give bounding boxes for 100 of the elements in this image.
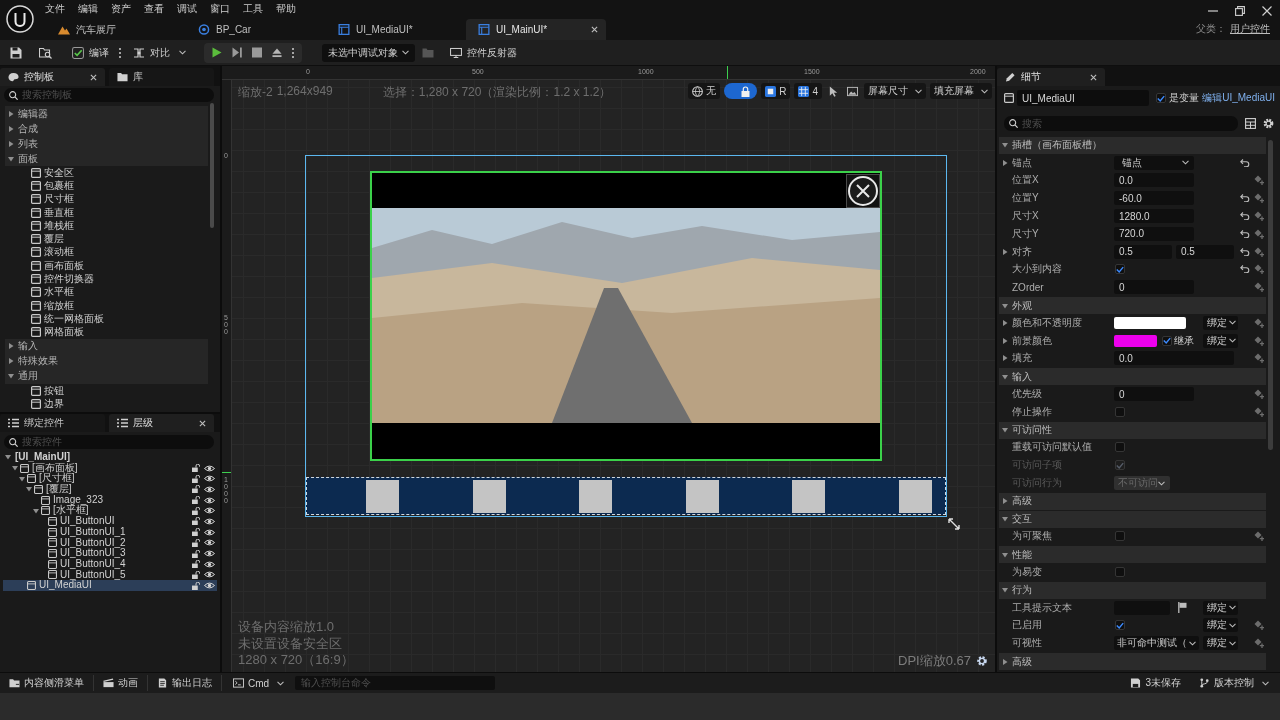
document-tab[interactable]: UI_MainUI* — [466, 19, 606, 40]
color-swatch[interactable] — [1114, 316, 1186, 329]
expander-arrow-icon[interactable] — [26, 486, 32, 493]
expander-arrow-icon[interactable] — [5, 454, 11, 461]
palette-item[interactable]: 尺寸框 — [0, 192, 220, 206]
palette-item[interactable]: 按钮 — [0, 383, 220, 398]
hierarchy-item[interactable]: [画布面板] — [3, 462, 217, 474]
palette-item[interactable]: 统一网格面板 — [0, 312, 220, 326]
panel-tab[interactable]: 控制板 — [0, 68, 105, 86]
section-header[interactable]: 行为 — [999, 580, 1266, 599]
hierarchy-item[interactable]: UI_MediaUI — [3, 580, 217, 591]
palette-item[interactable]: 画布面板 — [0, 259, 220, 273]
section-header[interactable]: 高级 — [999, 491, 1266, 510]
table-icon[interactable] — [1245, 118, 1256, 129]
media-widget[interactable] — [370, 171, 882, 461]
diamond-plus-icon[interactable] — [1254, 228, 1264, 239]
section-header[interactable]: 插槽（画布面板槽） — [999, 136, 1266, 154]
menu-item[interactable]: 查看 — [144, 1, 164, 16]
category-header[interactable]: 列表 — [5, 136, 208, 151]
checkbox[interactable] — [1115, 406, 1125, 417]
hierarchy-item[interactable]: [尺寸框] — [3, 473, 217, 485]
color-swatch[interactable] — [1114, 334, 1157, 347]
eye-icon[interactable] — [204, 560, 215, 568]
number-field[interactable]: 0.5 — [1114, 244, 1172, 259]
palette-item[interactable]: 垂直框 — [0, 205, 220, 220]
open-padlock-icon[interactable] — [192, 464, 200, 473]
settings-icon[interactable] — [976, 655, 988, 667]
restore-icon[interactable] — [1235, 6, 1245, 16]
expander-arrow-icon[interactable] — [19, 475, 25, 482]
menu-item[interactable]: 帮助 — [276, 1, 296, 16]
diamond-plus-icon[interactable] — [1254, 193, 1264, 204]
expander-arrow-icon[interactable] — [1002, 373, 1008, 380]
hierarchy-item[interactable]: UI_ButtonUI_2 — [3, 537, 217, 549]
expander-arrow-icon[interactable] — [1002, 516, 1008, 523]
eye-icon[interactable] — [204, 528, 215, 536]
palette-item[interactable]: 水平框 — [0, 285, 220, 299]
checkbox[interactable] — [1115, 531, 1125, 542]
menu-item[interactable]: 资产 — [111, 1, 131, 16]
expander-arrow-icon[interactable] — [8, 358, 14, 365]
diamond-plus-icon[interactable] — [1254, 406, 1264, 417]
view-dropdown[interactable]: 填充屏幕 — [930, 83, 992, 99]
document-tab[interactable]: UI_MediaUI* — [326, 19, 466, 40]
logo-icon[interactable] — [6, 5, 34, 33]
menu-item[interactable]: 工具 — [243, 1, 263, 16]
panel-tab[interactable]: 层级 — [109, 414, 214, 432]
grid-button[interactable]: 4 — [794, 83, 822, 99]
section-header[interactable]: 输入 — [999, 367, 1266, 386]
close-icon[interactable] — [591, 26, 598, 33]
open-padlock-icon[interactable] — [192, 506, 200, 515]
expander-arrow-icon[interactable] — [1002, 587, 1008, 594]
button-preview[interactable] — [898, 479, 932, 513]
expander-arrow-icon[interactable] — [1002, 355, 1008, 362]
eye-icon[interactable] — [204, 550, 215, 558]
section-header[interactable]: 外观 — [999, 296, 1266, 314]
number-field[interactable]: 0.5 — [1176, 244, 1234, 259]
expander-arrow-icon[interactable] — [33, 507, 39, 514]
diamond-plus-icon[interactable] — [1254, 531, 1264, 542]
menu-item[interactable]: 编辑 — [78, 1, 98, 16]
palette-item[interactable]: 包裹框 — [0, 179, 220, 193]
category-header[interactable]: 输入 — [5, 338, 208, 354]
section-header[interactable]: 性能 — [999, 545, 1266, 564]
dropdown[interactable]: 锚点 — [1114, 155, 1194, 170]
number-field[interactable]: -60.0 — [1114, 191, 1194, 206]
globe-dropdown[interactable]: 无 — [688, 83, 721, 99]
expander-arrow-icon[interactable] — [12, 465, 18, 472]
palette-item[interactable]: 边界 — [0, 397, 220, 411]
r-button[interactable]: R — [761, 83, 791, 99]
hierarchy-item[interactable]: [水平框] — [3, 505, 217, 517]
expander-arrow-icon[interactable] — [1002, 159, 1008, 166]
hierarchy-item[interactable]: UI_ButtonUI_1 — [3, 526, 217, 538]
lock-toggle[interactable] — [724, 83, 758, 99]
palette-item[interactable]: 滚动框 — [0, 245, 220, 260]
section-header[interactable]: 可访问性 — [999, 420, 1266, 439]
expander-arrow-icon[interactable] — [1002, 551, 1008, 558]
gear-icon[interactable] — [1263, 118, 1274, 129]
eye-icon[interactable] — [204, 485, 215, 493]
open-padlock-icon[interactable] — [192, 485, 200, 494]
eye-icon[interactable] — [204, 571, 215, 579]
menu-item[interactable]: 窗口 — [210, 1, 230, 16]
undo-arrow-icon[interactable] — [1240, 265, 1250, 274]
widget-name-field[interactable]: UI_MediaUI — [1017, 90, 1149, 106]
hierarchy-item[interactable]: Image_323 — [3, 494, 217, 506]
open-padlock-icon[interactable] — [192, 549, 200, 558]
document-tab[interactable]: 汽车展厅 — [46, 19, 186, 40]
bind-dropdown[interactable]: 绑定 — [1203, 600, 1238, 615]
undo-arrow-icon[interactable] — [1240, 229, 1250, 238]
palette-item[interactable]: 覆层 — [0, 232, 220, 246]
palette-item[interactable]: 控件切换器 — [0, 272, 220, 286]
category-header[interactable]: 面板 — [5, 151, 208, 166]
hierarchy-item[interactable]: UI_ButtonUI_3 — [3, 548, 217, 559]
expander-arrow-icon[interactable] — [8, 125, 14, 132]
open-padlock-icon[interactable] — [192, 496, 200, 505]
eye-icon[interactable] — [204, 475, 215, 483]
expander-arrow-icon[interactable] — [8, 110, 14, 117]
panel-tab[interactable]: 细节 — [997, 68, 1105, 86]
palette-item[interactable]: 安全区 — [0, 166, 220, 180]
number-field[interactable]: 0 — [1114, 280, 1194, 295]
menu-item[interactable]: 文件 — [45, 1, 65, 16]
diamond-plus-icon[interactable] — [1254, 175, 1264, 186]
status-bar-button[interactable]: 动画 — [98, 674, 143, 692]
